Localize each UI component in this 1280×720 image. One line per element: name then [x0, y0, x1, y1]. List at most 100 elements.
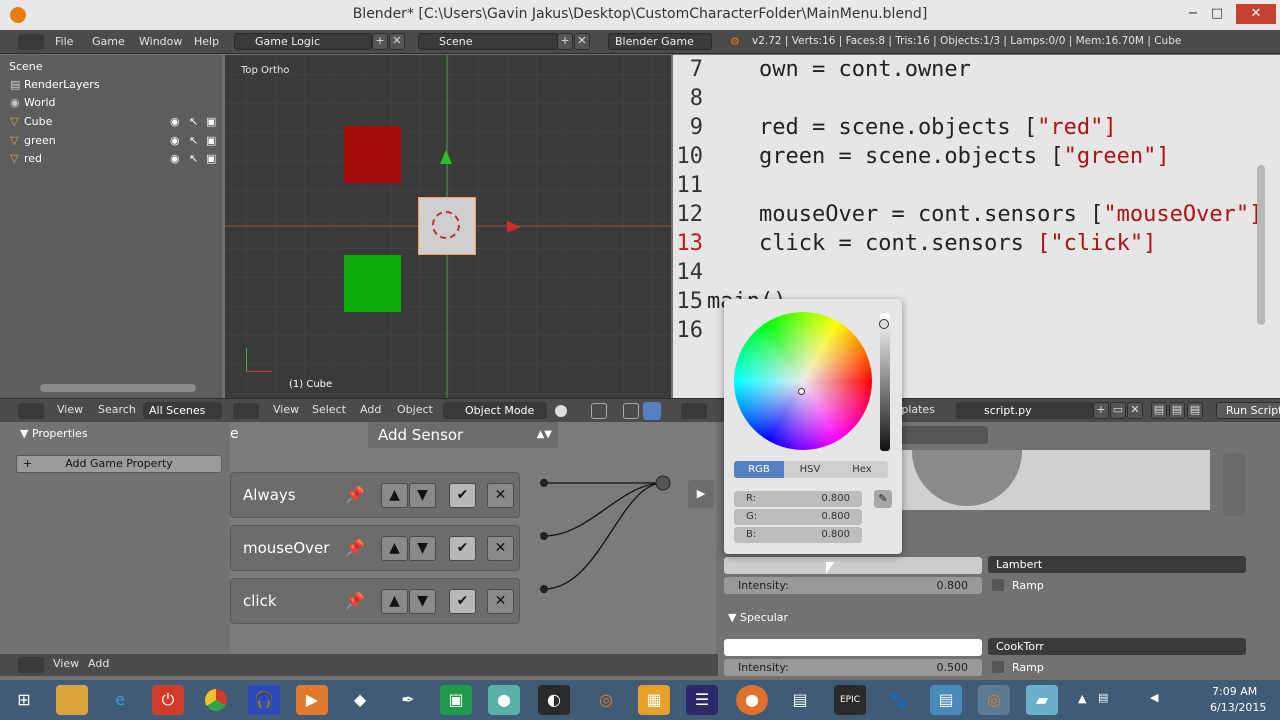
store-icon[interactable]: ▣ — [440, 685, 472, 715]
diffuse-color-field[interactable] — [724, 557, 982, 574]
editor-type-icon[interactable] — [18, 403, 44, 419]
sensor-active-checkbox[interactable]: ✔ — [449, 536, 476, 561]
viewport-add-menu[interactable]: Add — [360, 403, 381, 416]
specular-intensity-slider[interactable]: Intensity: 0.500 — [724, 659, 982, 676]
select-arrow-icon[interactable]: ↖ — [189, 149, 198, 168]
red-object[interactable] — [344, 126, 401, 183]
add-game-property-button[interactable]: + Add Game Property — [16, 455, 222, 473]
gimp-icon[interactable]: 🐾 — [882, 685, 914, 715]
network-icon[interactable]: ▤ — [784, 685, 816, 715]
logic-add-menu[interactable]: Add — [88, 657, 109, 670]
menu-game[interactable]: Game — [92, 35, 125, 48]
windows-start-icon[interactable]: ⊞ — [8, 685, 40, 715]
clock-date[interactable]: 6/13/2015 — [1210, 701, 1266, 714]
editor-type-icon[interactable] — [233, 403, 259, 419]
pin-icon[interactable]: 📌 — [345, 591, 365, 610]
move-up-button[interactable]: ▲ — [381, 483, 408, 508]
pin-icon[interactable]: 📌 — [345, 485, 365, 504]
object-mode-dropdown[interactable]: Object Mode — [443, 402, 547, 419]
blender-icon[interactable]: ◎ — [590, 685, 622, 715]
remove-scene-button[interactable]: ✕ — [574, 33, 590, 50]
app2-icon[interactable]: ▰ — [1026, 685, 1058, 715]
move-up-button[interactable]: ▲ — [381, 589, 408, 614]
firefox-icon[interactable]: ● — [736, 685, 768, 715]
file-explorer-icon[interactable] — [56, 685, 88, 715]
add-scene-button[interactable]: + — [557, 33, 573, 50]
move-down-button[interactable]: ▼ — [409, 536, 436, 561]
color-wheel[interactable] — [734, 312, 872, 450]
color-picker-popup[interactable]: RGB HSV Hex R: 0.800 G: 0.800 B: 0.800 ✎ — [724, 299, 902, 554]
unity-icon[interactable]: ◆ — [344, 685, 376, 715]
media-icon[interactable]: ▶ — [296, 685, 328, 715]
word-wrap-toggle[interactable]: ▤ — [1169, 402, 1185, 419]
tray-volume-icon[interactable]: ◀ — [1150, 691, 1158, 704]
tab-hsv[interactable]: HSV — [784, 461, 836, 478]
viewport-select-menu[interactable]: Select — [312, 403, 346, 416]
add-screen-button[interactable]: + — [372, 33, 388, 50]
manipulator-icon[interactable] — [623, 403, 639, 419]
chrome-icon[interactable] — [200, 685, 232, 715]
specular-ramp-checkbox[interactable] — [992, 661, 1004, 673]
app-icon[interactable]: ● — [488, 685, 520, 715]
tray-network-icon[interactable]: ▤ — [1098, 691, 1108, 704]
specular-panel-title[interactable]: ▼ Specular — [728, 611, 788, 624]
move-down-button[interactable]: ▼ — [409, 589, 436, 614]
paint-icon[interactable]: ▦ — [638, 685, 670, 715]
specular-color-field[interactable] — [724, 639, 982, 656]
sensor-active-checkbox[interactable]: ✔ — [449, 589, 476, 614]
blue-channel-field[interactable]: B: 0.800 — [734, 527, 862, 543]
render-engine-dropdown[interactable]: Blender Game — [608, 33, 712, 50]
sensor-always[interactable]: Always 📌 ▲ ▼ ✔ ✕ — [230, 472, 520, 518]
render-camera-icon[interactable]: ▣ — [206, 112, 216, 131]
green-channel-field[interactable]: G: 0.800 — [734, 509, 862, 525]
notepad-icon[interactable]: ▤ — [930, 685, 962, 715]
screen-layout-dropdown[interactable]: Game Logic — [234, 33, 372, 50]
visibility-eye-icon[interactable]: ◉ — [170, 149, 180, 168]
sensor-active-checkbox[interactable]: ✔ — [449, 483, 476, 508]
pivot-icon[interactable] — [591, 403, 607, 419]
value-slider[interactable] — [879, 313, 890, 451]
internet-explorer-icon[interactable]: e — [104, 685, 136, 715]
all-scenes-dropdown[interactable]: All Scenes — [143, 402, 222, 419]
open-text-button[interactable]: ▭ — [1110, 402, 1126, 419]
unlink-text-button[interactable]: ✕ — [1127, 402, 1143, 419]
sensor-click[interactable]: click 📌 ▲ ▼ ✔ ✕ — [230, 578, 520, 624]
select-arrow-icon[interactable]: ↖ — [189, 112, 198, 131]
remove-sensor-button[interactable]: ✕ — [487, 536, 514, 561]
visibility-eye-icon[interactable]: ◉ — [170, 112, 180, 131]
x-axis-arrow-icon[interactable] — [507, 221, 521, 233]
close-button[interactable]: ✕ — [1236, 4, 1276, 24]
shading-sphere-icon[interactable] — [555, 405, 567, 417]
tab-rgb[interactable]: RGB — [734, 461, 784, 478]
specular-shader-dropdown[interactable]: CookTorr — [988, 638, 1246, 655]
expand-controller-button[interactable]: ▶ — [688, 480, 714, 508]
remove-screen-button[interactable]: ✕ — [389, 33, 405, 50]
outliner-item-cube[interactable]: ▽ Cube ◉ ↖ ▣ — [0, 112, 222, 131]
remove-sensor-button[interactable]: ✕ — [487, 483, 514, 508]
script-file-dropdown[interactable]: script.py — [956, 402, 1094, 419]
logic-editor[interactable]: e Add Sensor ▲▼ Always 📌 ▲ ▼ ✔ ✕ mouseOv… — [230, 422, 716, 654]
outliner-item-scene[interactable]: Scene — [0, 57, 222, 76]
green-object[interactable] — [344, 255, 401, 312]
new-text-button[interactable]: + — [1093, 402, 1109, 419]
outliner-view-menu[interactable]: View — [57, 403, 83, 416]
red-channel-field[interactable]: R: 0.800 — [734, 491, 862, 507]
headphones-icon[interactable]: 🎧 — [248, 685, 280, 715]
color-wheel-cursor[interactable] — [798, 388, 805, 395]
power-icon[interactable]: ⏻ — [152, 685, 184, 715]
tab-hex[interactable]: Hex — [836, 461, 888, 478]
move-down-button[interactable]: ▼ — [409, 483, 436, 508]
remove-sensor-button[interactable]: ✕ — [487, 589, 514, 614]
menu-file[interactable]: File — [55, 35, 73, 48]
3d-viewport[interactable]: Top Ortho (1) Cube — [225, 55, 671, 398]
outliner-search-menu[interactable]: Search — [98, 403, 136, 416]
syntax-highlight-toggle[interactable]: ▤ — [1187, 402, 1203, 419]
add-sensor-dropdown[interactable]: Add Sensor ▲▼ — [368, 422, 558, 448]
outliner-item-red[interactable]: ▽ red ◉ ↖ ▣ — [0, 149, 222, 168]
outliner-item-green[interactable]: ▽ green ◉ ↖ ▣ — [0, 131, 222, 150]
tray-chevron-icon[interactable]: ▲ — [1078, 692, 1086, 705]
maximize-button[interactable]: □ — [1204, 4, 1230, 24]
outliner-item-world[interactable]: ◉ World — [0, 93, 222, 112]
viewport-view-menu[interactable]: View — [273, 403, 299, 416]
render-camera-icon[interactable]: ▣ — [206, 149, 216, 168]
